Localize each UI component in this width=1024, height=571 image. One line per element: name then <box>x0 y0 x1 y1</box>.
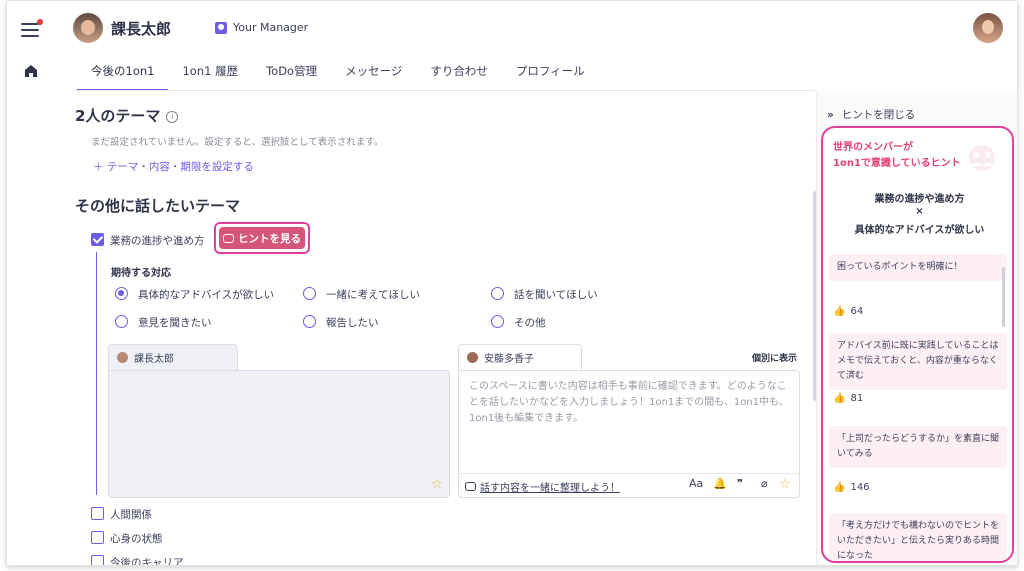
menu-icon[interactable] <box>21 19 43 37</box>
attachment-icon[interactable]: ⌀ <box>761 477 768 490</box>
radio-label-opinion: 意見を聞きたい <box>138 317 212 329</box>
radio-listen[interactable] <box>491 287 504 300</box>
user-name: 課長太郎 <box>111 20 172 38</box>
individual-display-toggle[interactable]: 個別に表示 <box>752 351 797 364</box>
main-tabs: 今後の1on1 1on1 履歴 ToDo管理 メッセージ すり合わせ プロフィー… <box>77 63 599 91</box>
thumbs-up-icon: 👍 <box>833 482 846 493</box>
like-count-1: 64 <box>850 306 864 317</box>
like-count-3: 146 <box>850 482 870 493</box>
shared-theme-title: 2人のテーマ <box>75 107 161 125</box>
close-hint-label: ヒントを閉じる <box>841 109 916 121</box>
hint-button-highlight: ヒントを見る <box>214 222 310 254</box>
tab-1on1-history[interactable]: 1on1 履歴 <box>168 63 252 91</box>
radio-report[interactable] <box>303 315 316 328</box>
section-title-shared-theme: 2人のテーマ i <box>75 105 179 126</box>
radio-label-advice: 具体的なアドバイスが欲しい <box>138 289 275 301</box>
info-icon[interactable]: i <box>166 110 179 123</box>
radio-label-think-together: 一緒に考えてほしい <box>326 289 420 301</box>
radio-label-listen: 話を聞いてほしい <box>514 289 598 301</box>
indent-line <box>96 252 97 495</box>
checkbox-label-work-progress: 業務の進捗や進め方 <box>110 235 205 247</box>
favorite-star-icon[interactable]: ☆ <box>779 477 791 492</box>
font-format-icon[interactable]: Aa <box>689 477 703 490</box>
owl-icon <box>223 233 234 243</box>
user-avatar[interactable] <box>73 13 103 43</box>
topic-line1: 業務の進捗や進め方 <box>874 194 965 205</box>
radio-advice[interactable] <box>115 287 128 300</box>
tab-profile[interactable]: プロフィール <box>502 63 599 91</box>
section-title-other-theme: その他に話したいテーマ <box>75 197 241 215</box>
quote-icon[interactable]: ❞ <box>737 477 743 490</box>
topic-line3: 具体的なアドバイスが欲しい <box>854 225 985 236</box>
manager-badge: Your Manager <box>215 21 308 34</box>
checkbox-career[interactable] <box>91 555 104 565</box>
checkbox-label-wellbeing: 心身の状態 <box>110 533 163 545</box>
bell-icon[interactable]: 🔔 <box>713 477 727 490</box>
show-hint-label: ヒントを見る <box>238 232 301 245</box>
thumbs-up-icon: 👍 <box>833 393 846 404</box>
radio-opinion[interactable] <box>115 315 128 328</box>
hint-heading-line1: 世界のメンバーが <box>833 142 913 153</box>
checkbox-work-progress[interactable] <box>91 233 104 246</box>
expected-response-title: 期待する対応 <box>111 268 171 279</box>
people-icon <box>969 145 995 171</box>
person-icon <box>215 21 227 34</box>
like-count-2: 81 <box>850 393 864 404</box>
left-rail <box>7 1 57 565</box>
notification-dot <box>37 19 43 25</box>
manager-label: Your Manager <box>233 21 309 34</box>
hint-tip-3: 「上司だったらどうするか」を素直に聞いてみる <box>829 426 1007 468</box>
tab-upcoming-1on1[interactable]: 今後の1on1 <box>77 63 169 91</box>
radio-label-report: 報告したい <box>326 317 379 329</box>
hint-tip-4: 「考え方だけでも構わないのでヒントをいただきたい」と伝えたら実りある時間になった <box>829 513 1007 561</box>
checkbox-relationships[interactable] <box>91 507 104 520</box>
self-notes-pane[interactable] <box>108 370 450 498</box>
like-button-2[interactable]: 👍 81 <box>833 393 863 404</box>
hint-tip-1: 困っているポイントを明確に！ <box>829 254 1007 281</box>
radio-think-together[interactable] <box>303 287 316 300</box>
like-button-3[interactable]: 👍 146 <box>833 482 870 493</box>
owl-icon <box>465 482 476 491</box>
empty-theme-text: まだ設定されていません。設定すると、選択肢として表示されます。 <box>91 137 384 148</box>
home-icon[interactable] <box>23 63 39 79</box>
tab-alignment[interactable]: すり合わせ <box>416 63 502 91</box>
show-hint-button[interactable]: ヒントを見る <box>219 227 305 249</box>
checkbox-label-relationships: 人間関係 <box>110 509 152 521</box>
avatar <box>117 352 128 363</box>
account-avatar[interactable] <box>973 13 1003 43</box>
pane-tab-self[interactable]: 課長太郎 <box>108 344 238 370</box>
favorite-star-icon[interactable]: ☆ <box>431 477 443 492</box>
hint-tip-2: アドバイス前に既に実践していることはメモで伝えておくと、内容が重ならなくて済む <box>829 333 1007 390</box>
radio-label-other: その他 <box>514 317 546 329</box>
notes-placeholder[interactable]: このスペースに書いた内容は相手も事前に確認できます。どのようなことを話したいかな… <box>469 379 795 427</box>
tab-todo[interactable]: ToDo管理 <box>252 63 331 91</box>
add-theme-link[interactable]: ＋ テーマ・内容・期限を設定する <box>93 159 254 174</box>
thumbs-up-icon: 👍 <box>833 306 846 317</box>
hint-scrollbar[interactable] <box>1002 267 1005 327</box>
like-button-1[interactable]: 👍 64 <box>833 306 863 317</box>
tab-messages[interactable]: メッセージ <box>331 63 416 91</box>
app-window: 課長太郎 Your Manager 今後の1on1 1on1 履歴 ToDo管理… <box>6 0 1018 566</box>
hint-heading-line2: 1on1で意識しているヒント <box>833 158 961 169</box>
tabs-divider <box>73 90 815 91</box>
double-chevron-right-icon: » <box>827 108 834 121</box>
organize-content-link[interactable]: 話す内容を一緒に整理しよう！ <box>465 479 620 494</box>
topic-line2: × <box>915 206 924 217</box>
organize-content-label: 話す内容を一緒に整理しよう！ <box>480 483 620 494</box>
pane-tab-partner-label: 安藤多香子 <box>484 354 534 365</box>
hint-card: 世界のメンバーが 1on1で意識しているヒント 業務の進捗や進め方 × 具体的な… <box>821 126 1014 563</box>
checkbox-wellbeing[interactable] <box>91 531 104 544</box>
pane-tab-partner[interactable]: 安藤多香子 <box>458 344 582 370</box>
hint-heading: 世界のメンバーが 1on1で意識しているヒント <box>833 140 961 172</box>
checkbox-label-career: 今後のキャリア <box>110 557 184 566</box>
radio-other[interactable] <box>491 315 504 328</box>
pane-tab-self-label: 課長太郎 <box>134 354 174 365</box>
close-hint-button[interactable]: » ヒントを閉じる <box>827 107 915 122</box>
avatar <box>467 352 478 363</box>
